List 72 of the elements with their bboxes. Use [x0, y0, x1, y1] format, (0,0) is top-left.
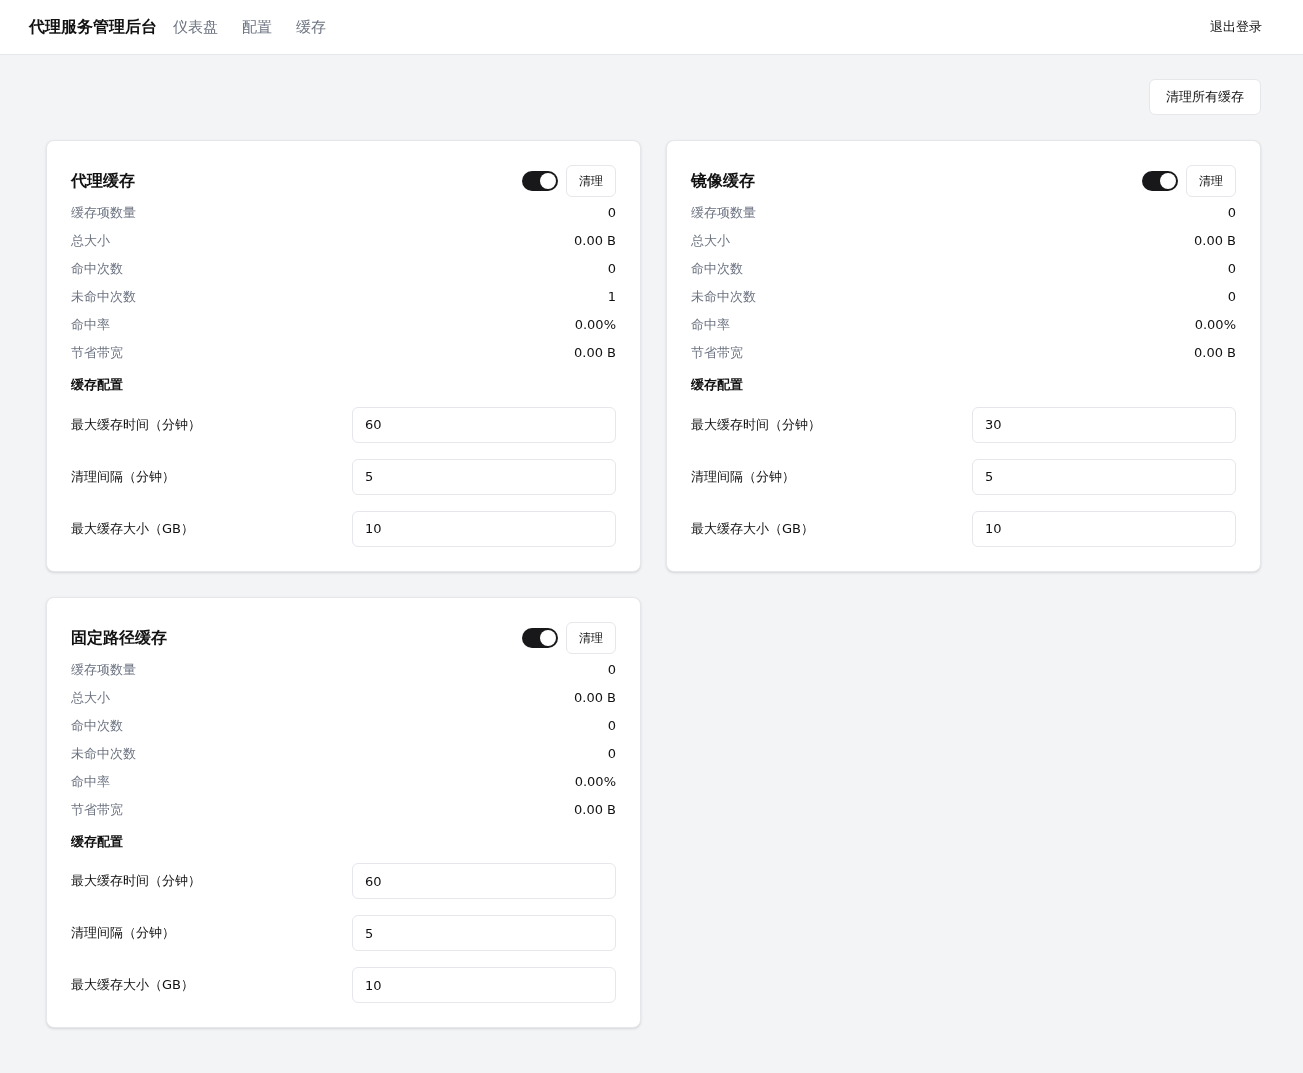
stat-label: 缓存项数量	[691, 204, 756, 223]
nav-link[interactable]: 配置	[242, 15, 272, 39]
card-title: 镜像缓存	[691, 170, 756, 192]
stat-label: 未命中次数	[71, 288, 136, 307]
input-field[interactable]: 60	[352, 406, 616, 443]
stat-label: 命中次数	[71, 716, 123, 735]
section-title: 缓存配置	[71, 376, 124, 394]
nav-link[interactable]: 仪表盘	[173, 15, 218, 39]
stat-label: 命中次数	[71, 260, 123, 279]
clear-all-button[interactable]: 清理所有缓存	[1149, 79, 1261, 115]
stat-value: 0	[607, 204, 616, 223]
logout-link[interactable]: 退出登录	[1210, 17, 1262, 37]
stat-value: 0	[607, 716, 616, 735]
stat-value: 1	[607, 288, 616, 307]
stat-label: 总大小	[691, 232, 730, 251]
stat-value: 0.00 B	[574, 800, 616, 819]
stat-label: 缓存项数量	[71, 204, 136, 223]
input-field[interactable]: 5	[972, 458, 1236, 495]
config-label: 清理间隔（分钟）	[71, 924, 176, 943]
stat-label: 总大小	[71, 232, 110, 251]
config-label: 最大缓存大小（GB）	[71, 976, 195, 995]
card-title: 固定路径缓存	[71, 626, 168, 649]
stat-label: 命中次数	[691, 260, 743, 279]
stat-label: 缓存项数量	[71, 660, 136, 679]
toggle-switch[interactable]	[522, 627, 558, 648]
card-title: 代理缓存	[71, 170, 136, 192]
stat-value: 0.00%	[1194, 316, 1236, 335]
nav-link[interactable]: 缓存	[296, 15, 326, 39]
stat-value: 0.00 B	[574, 232, 616, 251]
clear-button[interactable]: 清理	[1186, 165, 1236, 197]
config-label: 最大缓存大小（GB）	[71, 519, 195, 538]
input-field[interactable]: 10	[352, 967, 616, 1003]
clear-button[interactable]: 清理	[566, 621, 616, 654]
stat-label: 未命中次数	[71, 744, 136, 763]
clear-button[interactable]: 清理	[566, 165, 616, 197]
brand-title: 代理服务管理后台	[29, 16, 157, 38]
section-title: 缓存配置	[691, 376, 744, 394]
stat-label: 节省带宽	[71, 344, 123, 363]
config-label: 清理间隔（分钟）	[71, 467, 176, 486]
input-field[interactable]: 5	[352, 915, 616, 951]
stat-value: 0	[607, 260, 616, 279]
input-field[interactable]: 5	[352, 458, 616, 495]
stat-value: 0	[1227, 288, 1236, 307]
stat-value: 0	[1227, 260, 1236, 279]
stat-value: 0	[607, 744, 616, 763]
stat-value: 0	[1227, 204, 1236, 223]
stat-label: 未命中次数	[691, 288, 756, 307]
config-label: 最大缓存时间（分钟）	[691, 415, 822, 434]
stat-value: 0.00%	[574, 316, 616, 335]
stat-value: 0	[607, 660, 616, 679]
config-label: 清理间隔（分钟）	[691, 467, 796, 486]
stat-value: 0.00 B	[574, 688, 616, 707]
input-field[interactable]: 60	[352, 863, 616, 899]
toggle-switch[interactable]	[522, 171, 558, 191]
config-label: 最大缓存时间（分钟）	[71, 872, 202, 891]
stat-value: 0.00 B	[1194, 232, 1236, 251]
config-label: 最大缓存时间（分钟）	[71, 415, 202, 434]
stat-label: 命中率	[71, 316, 110, 335]
stat-value: 0.00%	[574, 772, 616, 791]
stat-value: 0.00 B	[574, 344, 616, 363]
stat-label: 节省带宽	[691, 344, 743, 363]
input-field[interactable]: 30	[972, 406, 1236, 443]
input-field[interactable]: 10	[352, 510, 616, 547]
section-title: 缓存配置	[71, 832, 124, 851]
stat-label: 总大小	[71, 688, 110, 707]
stat-label: 节省带宽	[71, 800, 123, 819]
input-field[interactable]: 10	[972, 510, 1236, 547]
toggle-switch[interactable]	[1142, 171, 1178, 191]
config-label: 最大缓存大小（GB）	[691, 519, 815, 538]
stat-label: 命中率	[691, 316, 730, 335]
stat-value: 0.00 B	[1194, 344, 1236, 363]
stat-label: 命中率	[71, 772, 110, 791]
